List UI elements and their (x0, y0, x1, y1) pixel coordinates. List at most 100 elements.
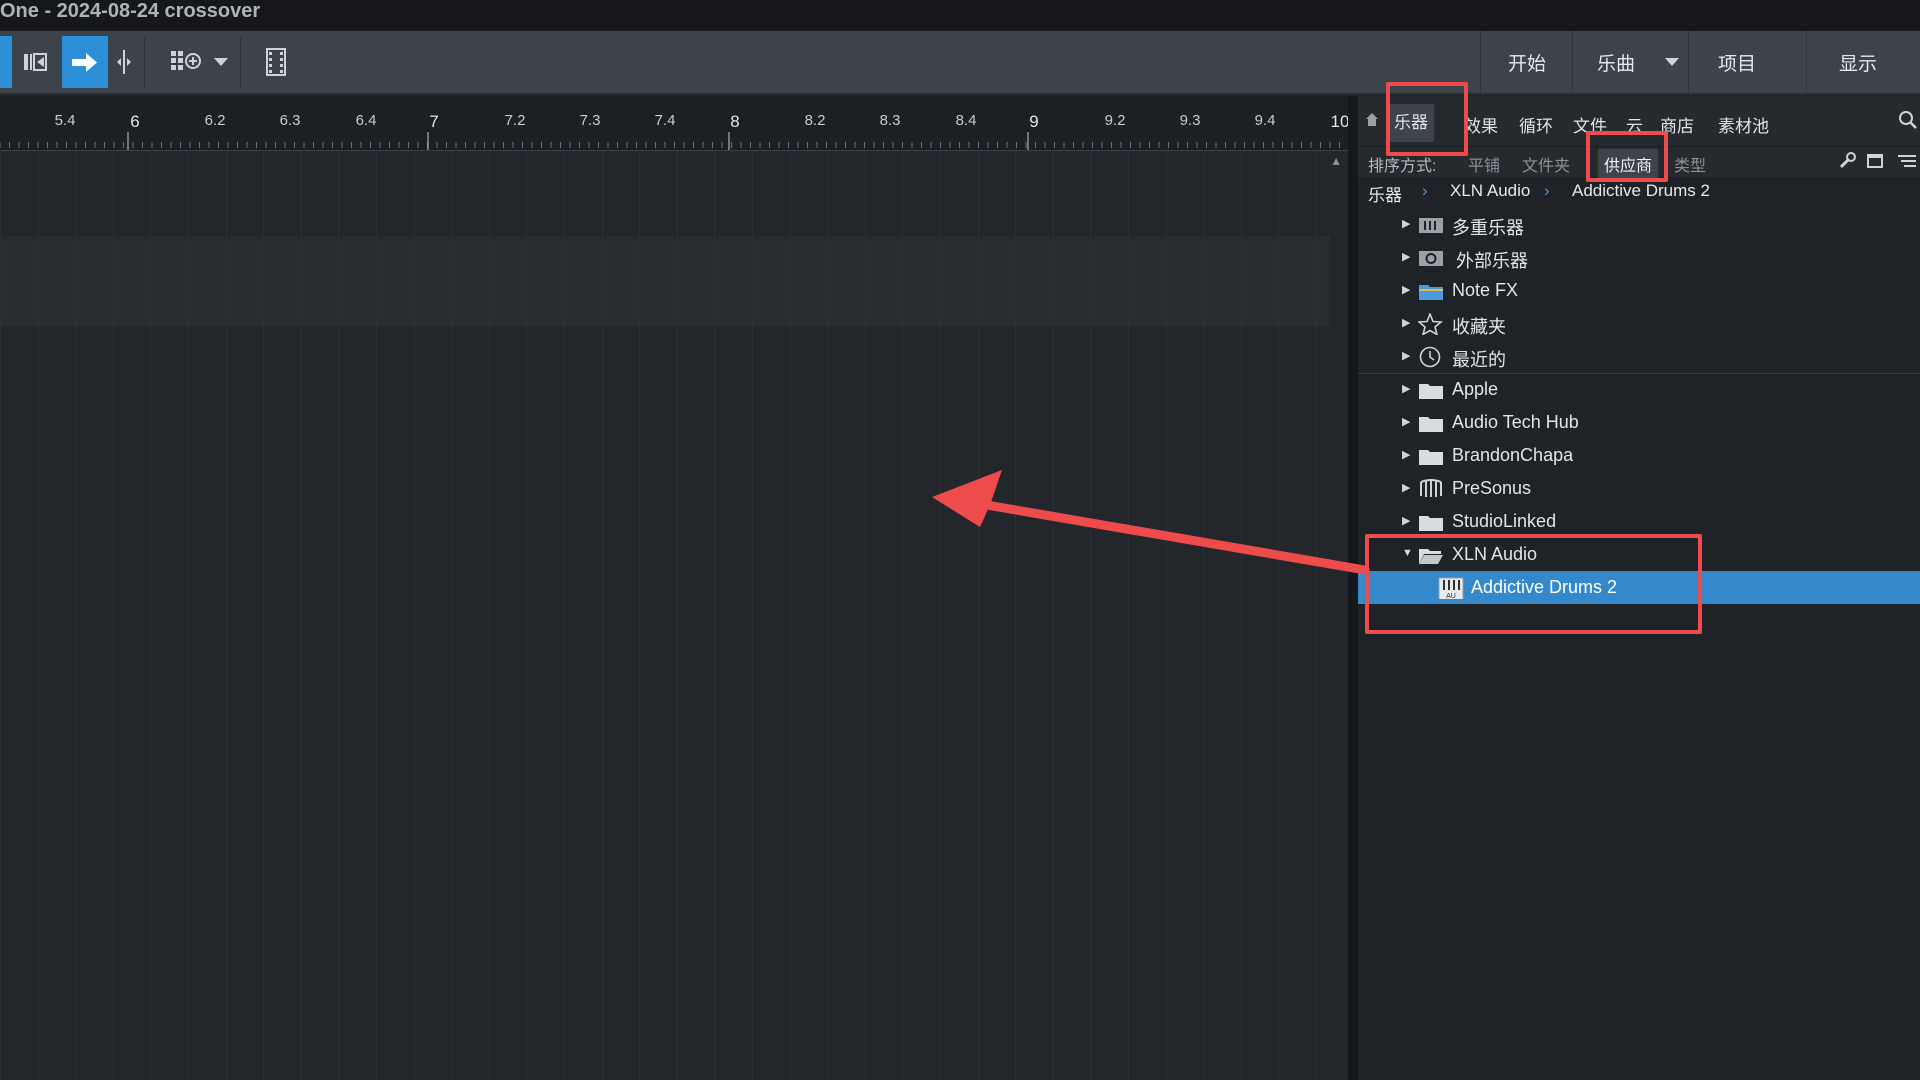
grid-line (752, 150, 753, 1080)
folder-blue-icon (1419, 285, 1443, 300)
track-lane[interactable] (0, 236, 1330, 326)
ruler-label: 6.2 (204, 112, 226, 129)
tab-effects[interactable]: 效果 (1464, 112, 1498, 137)
breadcrumb-vendor[interactable]: XLN Audio (1450, 181, 1530, 201)
tree-item-presonus[interactable]: ▶ PreSonus (1358, 472, 1920, 505)
split-icon (117, 50, 131, 74)
star-icon (1418, 313, 1444, 335)
tree-item-brandonchapa[interactable]: ▶ BrandonChapa (1358, 439, 1920, 472)
grid-line (226, 150, 227, 1080)
expand-arrow-icon[interactable]: ▶ (1402, 316, 1410, 329)
grid-line (414, 150, 415, 1080)
grid-line (113, 150, 114, 1080)
breadcrumb-separator-icon: › (1544, 181, 1550, 200)
tree-item-apple[interactable]: ▶ Apple (1358, 373, 1920, 406)
tab-song[interactable]: 乐曲 (1572, 31, 1659, 93)
tab-show[interactable]: 显示 (1806, 31, 1909, 93)
grid-line (714, 150, 715, 1080)
tree-item-note-fx[interactable]: ▶ Note FX (1358, 274, 1920, 307)
folder-icon (1419, 516, 1443, 531)
follow-playhead-button[interactable] (62, 36, 108, 88)
tab-start[interactable]: 开始 (1480, 31, 1573, 93)
film-icon (266, 48, 286, 76)
grid-line (940, 150, 941, 1080)
ruler-label: 9 (1029, 112, 1039, 131)
tree-item-label: 最近的 (1452, 350, 1506, 370)
home-icon[interactable] (1366, 112, 1378, 132)
grid-line (301, 150, 302, 1080)
time-ruler[interactable]: 5.4 6 6.2 6.3 6.4 7 7.2 7.3 7.4 8 8.2 8.3 8.4 9 9.2 9.3… (0, 96, 1348, 151)
expand-arrow-icon[interactable]: ▶ (1402, 448, 1410, 461)
external-instrument-icon (1419, 251, 1443, 266)
tree-item-external-instruments[interactable]: ▶ 外部乐器 (1358, 241, 1920, 274)
expand-arrow-icon[interactable]: ▶ (1402, 349, 1410, 362)
expand-arrow-icon[interactable]: ▶ (1402, 217, 1410, 230)
breadcrumb-item[interactable]: Addictive Drums 2 (1572, 181, 1710, 201)
tree-item-label: Note FX (1452, 280, 1519, 300)
ruler-label: 6.4 (355, 112, 377, 129)
tree-item-label: 外部乐器 (1456, 251, 1528, 271)
ruler-label: 8.2 (804, 112, 826, 129)
grid-line (1241, 150, 1242, 1080)
list-view-icon[interactable] (1896, 152, 1918, 175)
ruler-label: 10 (1330, 112, 1348, 131)
skip-back-icon (24, 53, 47, 71)
grid-line (790, 150, 791, 1080)
snap-grid-button[interactable] (166, 36, 206, 88)
sort-folder[interactable]: 文件夹 (1522, 152, 1570, 176)
window-icon[interactable] (1866, 152, 1884, 175)
song-dropdown-button[interactable] (1658, 31, 1686, 93)
annotation-box-xln-addictive (1365, 534, 1702, 634)
ruler-label: 7 (429, 112, 439, 131)
grid-line (150, 150, 151, 1080)
tool-button-partial[interactable] (0, 36, 12, 88)
expand-arrow-icon[interactable]: ▶ (1402, 283, 1410, 296)
grid-line (902, 150, 903, 1080)
tree-item-audio-tech-hub[interactable]: ▶ Audio Tech Hub (1358, 406, 1920, 439)
ruler-label: 8.3 (879, 112, 901, 129)
expand-arrow-icon[interactable]: ▶ (1402, 250, 1410, 263)
grid-line (489, 150, 490, 1080)
presonus-icon (1420, 479, 1442, 497)
window-title: One - 2024-08-24 crossover (0, 0, 261, 22)
search-icon[interactable] (1898, 110, 1918, 135)
ruler-label: 9.4 (1254, 112, 1276, 129)
sort-type[interactable]: 类型 (1674, 152, 1706, 176)
toolbar: 开始 乐曲 项目 显示 (0, 31, 1920, 95)
snap-dropdown-button[interactable] (210, 36, 232, 88)
clock-icon (1419, 346, 1441, 368)
tab-pool[interactable]: 素材池 (1718, 112, 1769, 137)
breadcrumb-separator-icon: › (1422, 181, 1428, 200)
split-tool-button[interactable] (110, 36, 138, 88)
breadcrumb-root[interactable]: 乐器 (1368, 181, 1402, 206)
expand-arrow-icon[interactable]: ▶ (1402, 382, 1410, 395)
tree-item-label: BrandonChapa (1452, 445, 1574, 465)
annotation-box-vendor-sort (1586, 131, 1668, 182)
grid-line (978, 150, 979, 1080)
grid-line (827, 150, 828, 1080)
arrange-timeline[interactable]: 5.4 6 6.2 6.3 6.4 7 7.2 7.3 7.4 8 8.2 8.3 8.4 9 9.2 9.3… (0, 96, 1348, 1080)
expand-arrow-icon[interactable]: ▶ (1402, 415, 1410, 428)
loop-start-button[interactable] (20, 36, 50, 88)
grid-snap-icon (171, 51, 201, 70)
tree-item-multi-instruments[interactable]: ▶ 多重乐器 (1358, 208, 1920, 241)
ruler-label: 8 (730, 112, 740, 131)
grid-line (526, 150, 527, 1080)
expand-arrow-icon[interactable]: ▶ (1402, 481, 1410, 494)
tree-item-label: PreSonus (1452, 478, 1532, 498)
sort-flat[interactable]: 平铺 (1468, 152, 1500, 176)
grid-line (1128, 150, 1129, 1080)
grid-line (1166, 150, 1167, 1080)
ruler-label: 7.2 (504, 112, 526, 129)
video-button[interactable] (260, 36, 292, 88)
tree-item-recent[interactable]: ▶ 最近的 (1358, 340, 1920, 373)
tab-loops[interactable]: 循环 (1519, 112, 1553, 137)
panel-divider[interactable] (1348, 96, 1358, 1080)
grid-line (1203, 150, 1204, 1080)
wrench-icon[interactable] (1838, 152, 1856, 175)
tree-item-favorites[interactable]: ▶ 收藏夹 (1358, 307, 1920, 340)
folder-icon (1419, 384, 1443, 399)
expand-arrow-icon[interactable]: ▶ (1402, 514, 1410, 527)
scroll-up-icon[interactable]: ▲ (1330, 154, 1342, 168)
tab-project[interactable]: 项目 (1688, 31, 1785, 93)
